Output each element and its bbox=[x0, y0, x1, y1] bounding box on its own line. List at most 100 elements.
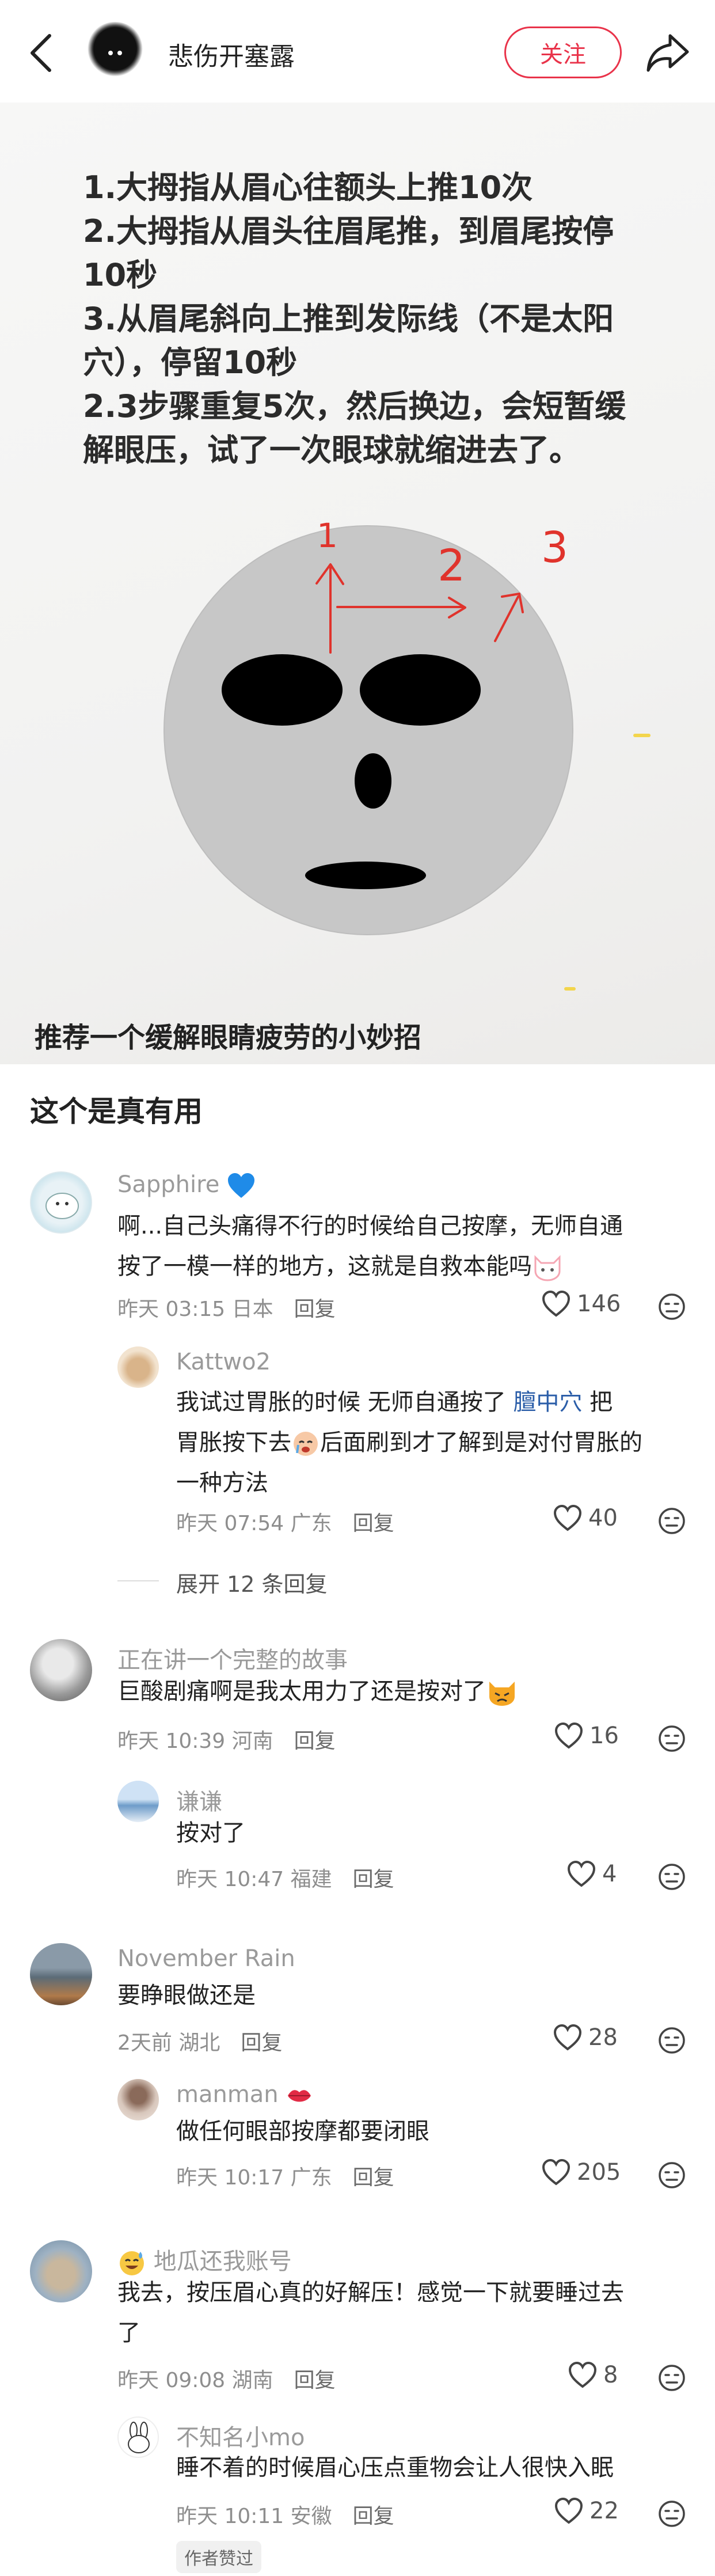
post-image-text: 1.大拇指从眉心往额头上推10次 2.大拇指从眉头往眉尾推，到眉尾按停 10秒 … bbox=[83, 166, 647, 472]
reply-button[interactable]: 回复 bbox=[353, 2166, 394, 2190]
like-button[interactable]: 40 bbox=[553, 1504, 618, 1532]
image-text-line: 穴），停留10秒 bbox=[83, 344, 298, 381]
author-liked-tag: 作者赞过 bbox=[176, 2541, 261, 2573]
avatar[interactable] bbox=[30, 1943, 92, 2005]
author-avatar[interactable] bbox=[85, 22, 145, 82]
dislike-icon[interactable] bbox=[657, 1292, 686, 1321]
reply-button[interactable]: 回复 bbox=[353, 1868, 394, 1891]
reply-text: 做任何眼部按摩都要闭眼 bbox=[176, 2118, 429, 2145]
diagram-label-2: 2 bbox=[438, 540, 465, 591]
like-count: 22 bbox=[590, 2498, 619, 2524]
avatar[interactable] bbox=[117, 1346, 159, 1388]
comment-meta: 昨天 09:08 湖南 回复 bbox=[117, 2369, 336, 2392]
nose bbox=[355, 753, 391, 809]
reply-button[interactable]: 回复 bbox=[294, 2369, 336, 2392]
post-image[interactable]: 1.大拇指从眉心往额头上推10次 2.大拇指从眉头往眉尾推，到眉尾按停 10秒 … bbox=[0, 103, 715, 1064]
heart-outline-icon bbox=[542, 1290, 571, 1317]
expand-divider bbox=[117, 1580, 159, 1581]
image-text-line: 2.大拇指从眉头往眉尾推，到眉尾按停 bbox=[83, 213, 614, 249]
heart-outline-icon bbox=[542, 2158, 571, 2186]
like-count: 205 bbox=[577, 2159, 621, 2186]
diagram-label-3: 3 bbox=[541, 523, 568, 572]
like-button[interactable]: 22 bbox=[554, 2497, 619, 2525]
like-button[interactable]: 146 bbox=[541, 1290, 621, 1318]
reply-button[interactable]: 回复 bbox=[294, 1729, 336, 1753]
reply-username[interactable]: manman bbox=[176, 2081, 313, 2108]
comment-text: 啊...自己头痛得不行的时候给自己按摩，无师自通 按了一模一样的地方，这就是自救… bbox=[117, 1206, 693, 1287]
avatar[interactable] bbox=[30, 2240, 92, 2302]
heart-outline-icon bbox=[568, 2361, 597, 2388]
diagram-label-1: 1 bbox=[317, 516, 338, 555]
back-arrow-icon[interactable] bbox=[23, 30, 60, 76]
image-text-line: 解眼压，试了一次眼球就缩进去了。 bbox=[83, 432, 580, 468]
left-eye bbox=[222, 654, 343, 726]
crying-face-icon bbox=[294, 1432, 318, 1456]
image-text-line: 1.大拇指从眉心往额头上推10次 bbox=[83, 169, 533, 206]
dislike-icon[interactable] bbox=[657, 2161, 686, 2190]
like-count: 16 bbox=[590, 1723, 619, 1749]
right-eye bbox=[360, 654, 481, 726]
like-button[interactable]: 16 bbox=[554, 1722, 619, 1750]
mouth bbox=[305, 862, 426, 889]
heart-outline-icon bbox=[554, 2497, 583, 2524]
cat-face-icon bbox=[534, 1255, 561, 1281]
comment-username[interactable]: November Rain bbox=[117, 1945, 295, 1972]
like-button[interactable]: 28 bbox=[553, 2024, 618, 2051]
image-text-line: 3.从眉尾斜向上推到发际线（不是太阳 bbox=[83, 301, 614, 337]
comment-meta: 昨天 03:15 日本 回复 bbox=[117, 1298, 336, 1321]
like-count: 40 bbox=[588, 1505, 618, 1531]
share-icon[interactable] bbox=[645, 31, 691, 75]
dislike-icon[interactable] bbox=[657, 2363, 686, 2392]
reply-button[interactable]: 回复 bbox=[241, 2031, 282, 2055]
dislike-icon[interactable] bbox=[657, 1862, 686, 1891]
like-count: 8 bbox=[603, 2362, 618, 2388]
reply-meta: 昨天 10:11 安徽 回复 bbox=[176, 2505, 394, 2528]
like-count: 146 bbox=[577, 1291, 621, 1317]
reply-meta: 昨天 07:54 广东 回复 bbox=[176, 1512, 394, 1535]
top-nav-bar: 悲伤开塞露 关注 bbox=[0, 0, 715, 103]
heart-outline-icon bbox=[554, 1722, 583, 1749]
avatar[interactable] bbox=[30, 1639, 92, 1701]
like-button[interactable]: 4 bbox=[566, 1860, 617, 1888]
avatar[interactable] bbox=[30, 1171, 92, 1234]
author-name[interactable]: 悲伤开塞露 bbox=[168, 36, 295, 73]
comment-text: 巨酸剧痛啊是我太用力了还是按对了 bbox=[117, 1671, 693, 1712]
like-button[interactable]: 205 bbox=[541, 2158, 621, 2186]
dislike-icon[interactable] bbox=[657, 2026, 686, 2055]
comment-meta: 昨天 10:39 河南 回复 bbox=[117, 1729, 336, 1753]
comment-username[interactable]: 地瓜还我账号 bbox=[117, 2243, 292, 2277]
reply-meta: 昨天 10:47 福建 回复 bbox=[176, 1868, 394, 1891]
comment-username[interactable]: Sapphire bbox=[117, 1171, 256, 1199]
angry-cat-icon bbox=[489, 1682, 515, 1706]
comment-text: 要睁眼做还是 bbox=[117, 1982, 256, 2009]
follow-button[interactable]: 关注 bbox=[504, 26, 622, 78]
heart-outline-icon bbox=[567, 1860, 596, 1887]
like-button[interactable]: 8 bbox=[568, 2361, 618, 2389]
reply-button[interactable]: 回复 bbox=[353, 2505, 394, 2528]
image-text-line: 10秒 bbox=[83, 257, 158, 293]
reply-username[interactable]: Kattwo2 bbox=[176, 1349, 271, 1375]
face-diagram: 1 2 3 bbox=[163, 516, 573, 935]
image-text-line: 2.3步骤重复5次，然后换边，会短暂缓 bbox=[83, 388, 626, 424]
expand-replies-button[interactable]: 展开 12 条回复 bbox=[176, 1566, 328, 1598]
heart-outline-icon bbox=[553, 2024, 582, 2051]
avatar[interactable] bbox=[117, 2079, 159, 2120]
comment-text: 我去，按压眉心真的好解压！感觉一下就要睡过去 了 bbox=[117, 2279, 624, 2346]
dislike-icon[interactable] bbox=[657, 2499, 686, 2528]
reply-username[interactable]: 谦谦 bbox=[176, 1783, 222, 1816]
reply-button[interactable]: 回复 bbox=[353, 1512, 394, 1535]
avatar[interactable] bbox=[117, 2416, 159, 2458]
dislike-icon[interactable] bbox=[657, 1507, 686, 1535]
reply-meta: 昨天 10:17 广东 回复 bbox=[176, 2166, 394, 2190]
blue-heart-icon bbox=[228, 1173, 255, 1198]
post-description: 这个是真有用 bbox=[30, 1095, 203, 1128]
avatar[interactable] bbox=[117, 1781, 159, 1822]
comment-username[interactable]: 正在讲一个完整的故事 bbox=[117, 1641, 348, 1675]
reply-text: 睡不着的时候眉心压点重物会让人很快入眠 bbox=[176, 2454, 614, 2481]
topic-link[interactable]: 膻中穴 bbox=[513, 1389, 582, 1416]
reply-button[interactable]: 回复 bbox=[294, 1298, 336, 1321]
post-title: 推荐一个缓解眼睛疲劳的小妙招 bbox=[35, 1022, 422, 1054]
like-count: 4 bbox=[602, 1861, 617, 1887]
dislike-icon[interactable] bbox=[657, 1724, 686, 1753]
reply-text: 按对了 bbox=[176, 1820, 245, 1846]
